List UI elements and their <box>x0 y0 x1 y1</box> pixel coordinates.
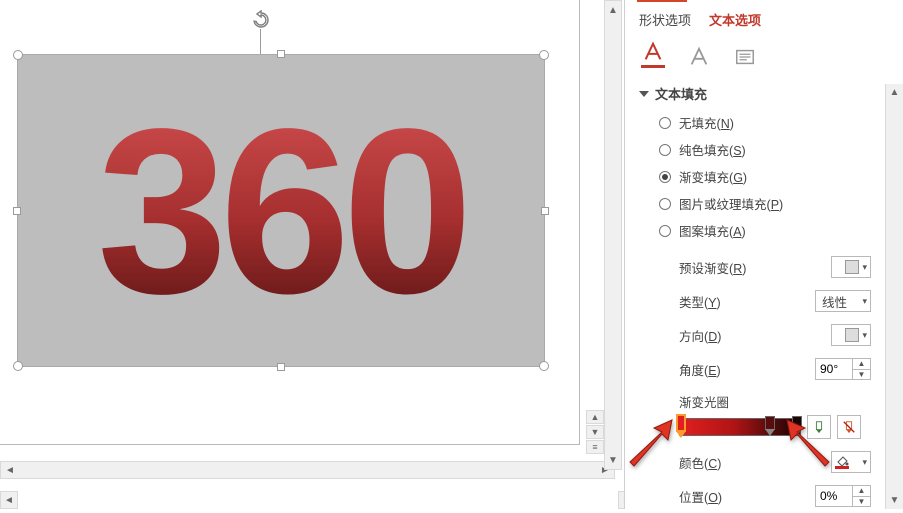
color-label: 颜色 <box>679 457 704 471</box>
canvas-v-scrollbar[interactable]: ▲ ▼ <box>604 0 622 470</box>
fill-pattern[interactable]: 图案填充(A) <box>625 217 885 244</box>
gradient-stops-label: 渐变光圈 <box>625 386 885 415</box>
slide-nav-down-icon[interactable]: ▼ <box>586 425 604 439</box>
resize-handle-r[interactable] <box>541 207 549 215</box>
textbox-content: 360 <box>18 105 544 317</box>
color-dropdown[interactable]: ▾ <box>831 451 871 473</box>
prop-type: 类型(Y) 线性▾ <box>625 284 885 318</box>
tab-text-options[interactable]: 文本选项 <box>709 10 761 29</box>
fill-none[interactable]: 无填充(N) <box>625 109 885 136</box>
fill-gradient-label: 渐变填充 <box>679 171 729 185</box>
tab-shape-options[interactable]: 形状选项 <box>639 10 691 29</box>
spin-up-icon[interactable]: ▲ <box>853 486 870 497</box>
fill-picture-label: 图片或纹理填充 <box>679 198 767 212</box>
prop-direction: 方向(D) ▾ <box>625 318 885 352</box>
radio-icon <box>659 198 671 210</box>
angle-input[interactable] <box>816 360 852 378</box>
resize-handle-bl[interactable] <box>13 361 23 371</box>
notes-h-scrollbar[interactable]: ◄ ► <box>0 491 638 509</box>
prop-preset: 预设渐变(R) ▾ <box>625 250 885 284</box>
direction-dropdown[interactable]: ▾ <box>831 324 871 346</box>
slide-nav-scroll[interactable]: ▲ ▼ ≡ <box>586 410 604 455</box>
fill-solid-label: 纯色填充 <box>679 144 729 158</box>
radio-icon <box>659 117 671 129</box>
mode-textbox[interactable] <box>731 46 759 68</box>
letter-a-fill-icon <box>642 41 664 63</box>
rotation-handle-icon[interactable] <box>251 10 271 30</box>
spin-down-icon[interactable]: ▼ <box>853 497 870 507</box>
color-accel: C <box>708 457 717 471</box>
panel-scroll-up-icon[interactable]: ▲ <box>886 84 903 101</box>
direction-accel: D <box>708 330 717 344</box>
panel-tab-row: 形状选项 文本选项 <box>625 0 885 35</box>
paint-bucket-icon <box>835 455 849 469</box>
section-title: 文本填充 <box>655 84 707 103</box>
resize-handle-br[interactable] <box>539 361 549 371</box>
angle-accel: E <box>708 364 716 378</box>
prop-position: 位置(O) ▲▼ <box>625 479 885 513</box>
fill-gradient-accel: G <box>733 171 743 185</box>
spin-up-icon[interactable]: ▲ <box>853 359 870 370</box>
panel-v-scrollbar[interactable]: ▲ ▼ <box>885 84 903 509</box>
fill-none-label: 无填充 <box>679 117 717 131</box>
fill-pattern-accel: A <box>733 225 741 239</box>
fill-none-accel: N <box>721 117 730 131</box>
callout-arrow-left <box>622 418 674 470</box>
gradient-stop-1[interactable] <box>676 414 686 436</box>
text-option-modes <box>625 35 885 78</box>
resize-handle-t[interactable] <box>277 50 285 58</box>
callout-arrow-right <box>785 418 837 470</box>
canvas-h-scrollbar[interactable]: ◄ ► <box>0 461 615 479</box>
fill-solid[interactable]: 纯色填充(S) <box>625 136 885 163</box>
type-dropdown[interactable]: 线性▾ <box>815 290 871 312</box>
spin-down-icon[interactable]: ▼ <box>853 370 870 380</box>
position-spinner[interactable]: ▲▼ <box>815 485 871 507</box>
resize-handle-tl[interactable] <box>13 50 23 60</box>
notes-scroll-left-icon[interactable]: ◄ <box>0 491 18 509</box>
preset-label: 预设渐变 <box>679 262 729 276</box>
slide-canvas: 360 ▲ ▼ ≡ ◄ ► ◄ ► <box>0 0 622 509</box>
slide-nav-menu-icon[interactable]: ≡ <box>586 440 604 454</box>
rotation-handle-stem <box>260 29 261 57</box>
mode-text-effects[interactable] <box>685 46 713 68</box>
remove-stop-button[interactable] <box>837 415 861 439</box>
mode-text-fill-outline[interactable] <box>639 41 667 68</box>
position-input[interactable] <box>816 487 852 505</box>
remove-stop-icon <box>842 420 856 434</box>
collapse-triangle-icon <box>639 91 649 97</box>
letter-a-outline-icon <box>688 46 710 68</box>
section-text-fill[interactable]: 文本填充 <box>625 78 885 109</box>
resize-handle-l[interactable] <box>13 207 21 215</box>
position-accel: O <box>708 491 718 505</box>
angle-label: 角度 <box>679 364 704 378</box>
preset-accel: R <box>733 262 742 276</box>
gradient-bar[interactable] <box>679 418 801 436</box>
selected-textbox[interactable]: 360 <box>18 55 544 366</box>
fill-picture-accel: P <box>771 198 779 212</box>
angle-spinner[interactable]: ▲▼ <box>815 358 871 380</box>
gradient-stop-2[interactable] <box>765 416 775 438</box>
panel-scroll-down-icon[interactable]: ▼ <box>886 492 903 509</box>
position-label: 位置 <box>679 491 704 505</box>
type-accel: Y <box>708 296 716 310</box>
fill-pattern-label: 图案填充 <box>679 225 729 239</box>
fill-picture[interactable]: 图片或纹理填充(P) <box>625 190 885 217</box>
fill-solid-accel: S <box>733 144 741 158</box>
scroll-left-icon[interactable]: ◄ <box>1 462 19 478</box>
type-value: 线性 <box>822 292 847 311</box>
scroll-down-icon[interactable]: ▼ <box>605 451 621 469</box>
resize-handle-tr[interactable] <box>539 50 549 60</box>
preset-dropdown[interactable]: ▾ <box>831 256 871 278</box>
textbox-icon <box>734 46 756 68</box>
type-label: 类型 <box>679 296 704 310</box>
radio-icon <box>659 171 671 183</box>
scroll-up-icon[interactable]: ▲ <box>605 1 621 19</box>
radio-icon <box>659 225 671 237</box>
radio-icon <box>659 144 671 156</box>
direction-label: 方向 <box>679 330 704 344</box>
prop-angle: 角度(E) ▲▼ <box>625 352 885 386</box>
fill-gradient[interactable]: 渐变填充(G) <box>625 163 885 190</box>
slide-nav-up-icon[interactable]: ▲ <box>586 410 604 424</box>
resize-handle-b[interactable] <box>277 363 285 371</box>
